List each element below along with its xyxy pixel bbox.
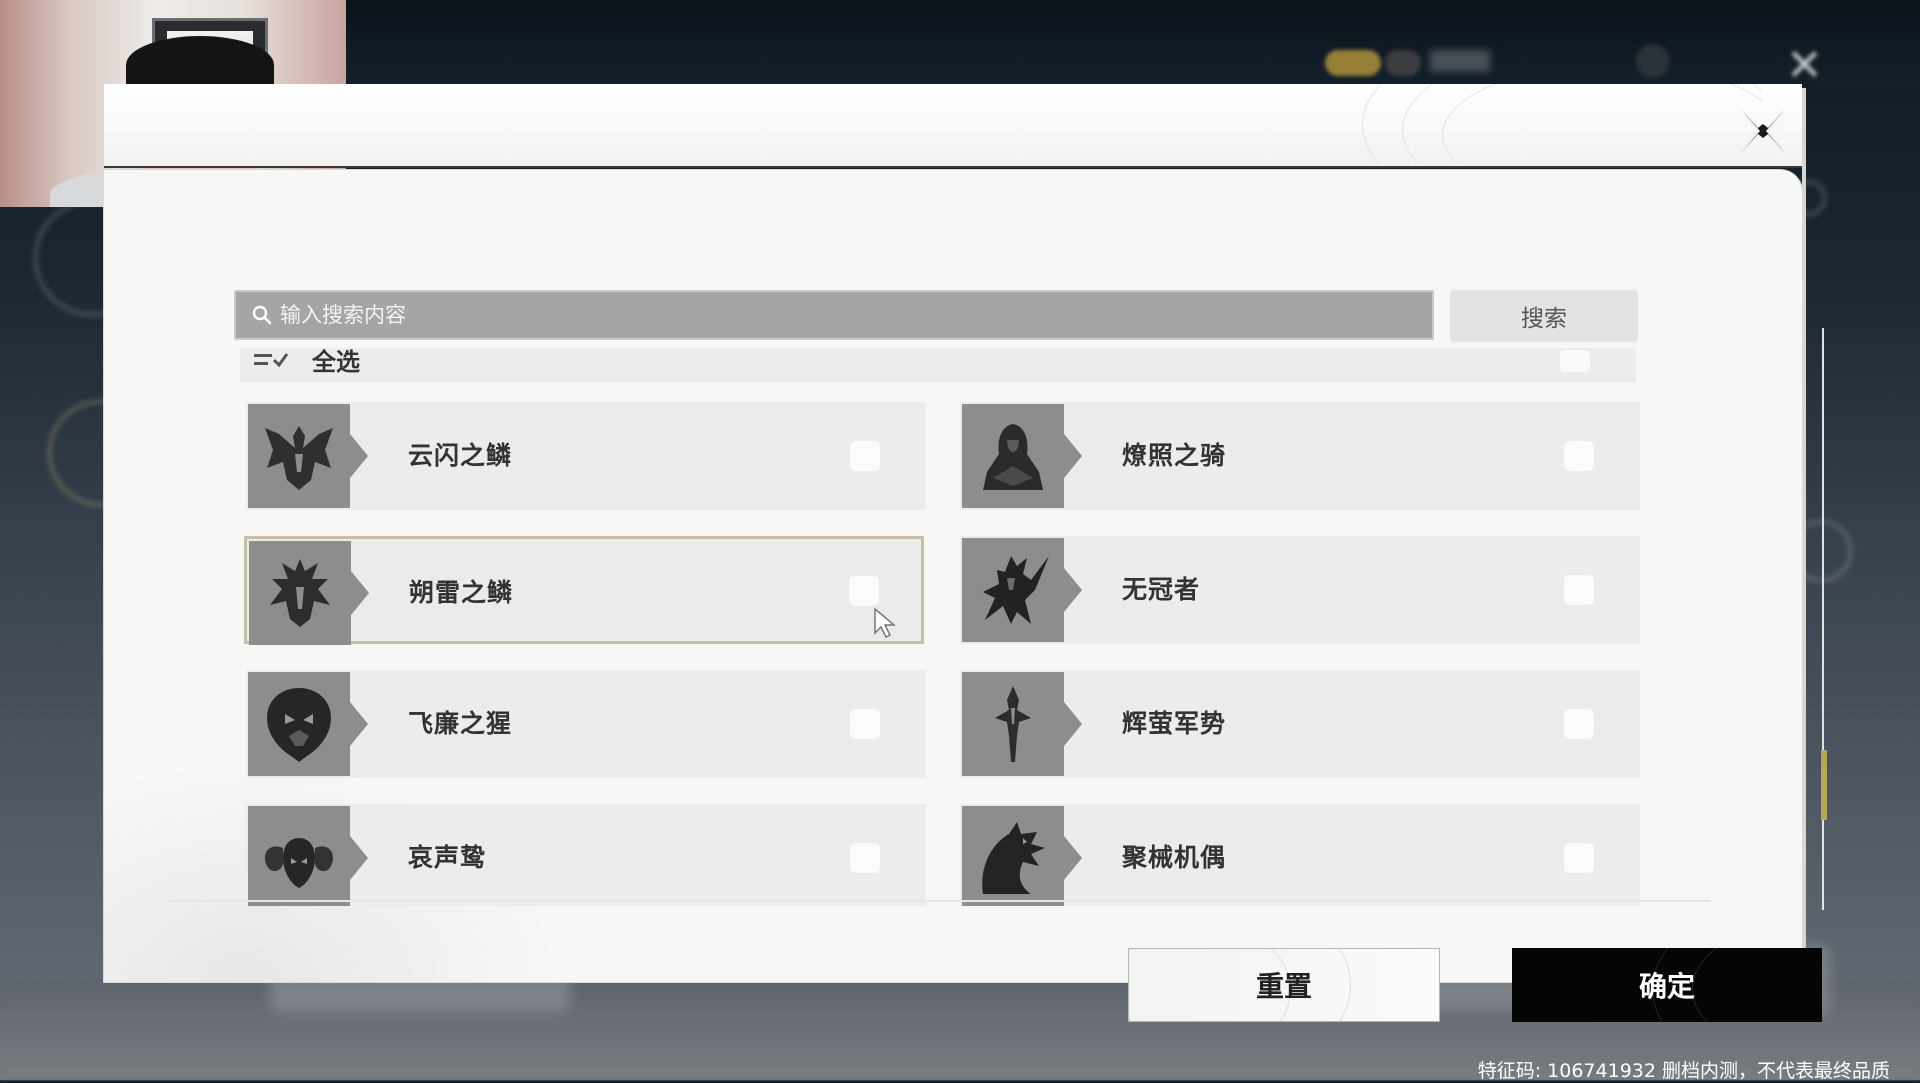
dialog-header — [104, 84, 1802, 168]
list-divider — [170, 900, 1710, 902]
confirm-label: 确定 — [1638, 970, 1695, 1003]
set-card[interactable]: 飞廉之猩 — [246, 670, 926, 778]
set-checkbox[interactable] — [850, 441, 880, 471]
beast-head-icon — [248, 672, 350, 776]
reset-label: 重置 — [1255, 970, 1312, 1003]
select-all-row[interactable]: 全选 — [240, 348, 1636, 382]
set-card[interactable]: 哀声鸷 — [246, 804, 926, 906]
card-arrow-decoration — [1064, 702, 1082, 746]
card-arrow-decoration — [350, 702, 368, 746]
set-name: 无冠者 — [1122, 575, 1201, 604]
background-label — [1430, 50, 1490, 72]
search-field[interactable] — [234, 290, 1434, 340]
firefly-army-icon — [962, 672, 1064, 776]
search-input[interactable] — [280, 292, 1420, 338]
background-currency-pill — [1325, 50, 1381, 76]
set-list[interactable]: 全选 云闪之鳞 燎照之骑 朔雷之鳞 无冠者 飞廉之猩 辉萤军势 哀声鸷 聚械机偶 — [240, 348, 1640, 906]
set-checkbox[interactable] — [850, 843, 880, 873]
scrollbar-thumb[interactable] — [1821, 750, 1827, 820]
set-checkbox[interactable] — [1564, 709, 1594, 739]
crownless-warrior-icon — [962, 538, 1064, 642]
hooded-knight-icon — [962, 404, 1064, 508]
card-arrow-decoration — [351, 571, 369, 615]
set-name: 朔雷之鳞 — [409, 578, 514, 607]
card-arrow-decoration — [350, 836, 368, 880]
confirm-button[interactable]: 确定 — [1512, 948, 1822, 1022]
set-checkbox[interactable] — [850, 709, 880, 739]
set-name: 飞廉之猩 — [408, 709, 513, 738]
mech-dragon-icon — [962, 806, 1064, 906]
set-checkbox[interactable] — [849, 576, 879, 606]
set-name: 云闪之鳞 — [408, 441, 513, 470]
set-name: 哀声鸷 — [408, 843, 487, 872]
set-name: 辉萤军势 — [1122, 709, 1227, 738]
set-card[interactable]: 燎照之骑 — [960, 402, 1640, 510]
mouse-cursor-icon — [874, 607, 897, 639]
search-icon — [252, 305, 272, 325]
set-card[interactable]: 无冠者 — [960, 536, 1640, 644]
background-alert-icon — [1636, 44, 1670, 78]
set-name: 聚械机偶 — [1122, 843, 1227, 872]
test-build-watermark: 特征码: 106741932 删档内测，不代表最终品质 — [1477, 1060, 1890, 1082]
header-decoration — [1342, 84, 1762, 164]
set-card[interactable]: 云闪之鳞 — [246, 402, 926, 510]
set-checkbox[interactable] — [1564, 843, 1594, 873]
set-card[interactable]: 朔雷之鳞 — [244, 536, 924, 645]
list-check-icon — [254, 353, 288, 368]
dialog-edge — [1802, 88, 1806, 978]
card-arrow-decoration — [1064, 434, 1082, 478]
card-arrow-decoration — [1064, 836, 1082, 880]
reset-button[interactable]: 重置 — [1128, 948, 1440, 1022]
select-all-label: 全选 — [312, 348, 360, 376]
select-all-checkbox[interactable] — [1560, 350, 1590, 372]
ram-head-icon — [248, 806, 350, 906]
close-button[interactable] — [1736, 104, 1790, 158]
thunder-dragon-icon — [249, 541, 351, 645]
set-checkbox[interactable] — [1564, 575, 1594, 605]
winged-dragon-icon — [248, 404, 350, 508]
background-currency-pill-2 — [1385, 50, 1421, 76]
close-icon — [1740, 108, 1786, 154]
scrollbar-track[interactable] — [1822, 328, 1824, 910]
dialog-body: 搜索 全选 云闪之鳞 — [104, 170, 1802, 982]
set-name: 燎照之骑 — [1122, 441, 1227, 470]
set-checkbox[interactable] — [1564, 441, 1594, 471]
filter-dialog: 搜索 全选 云闪之鳞 — [104, 84, 1827, 1022]
card-arrow-decoration — [350, 434, 368, 478]
set-card[interactable]: 聚械机偶 — [960, 804, 1640, 906]
search-button[interactable]: 搜索 — [1450, 290, 1638, 342]
card-arrow-decoration — [1064, 568, 1082, 612]
set-card[interactable]: 辉萤军势 — [960, 670, 1640, 778]
